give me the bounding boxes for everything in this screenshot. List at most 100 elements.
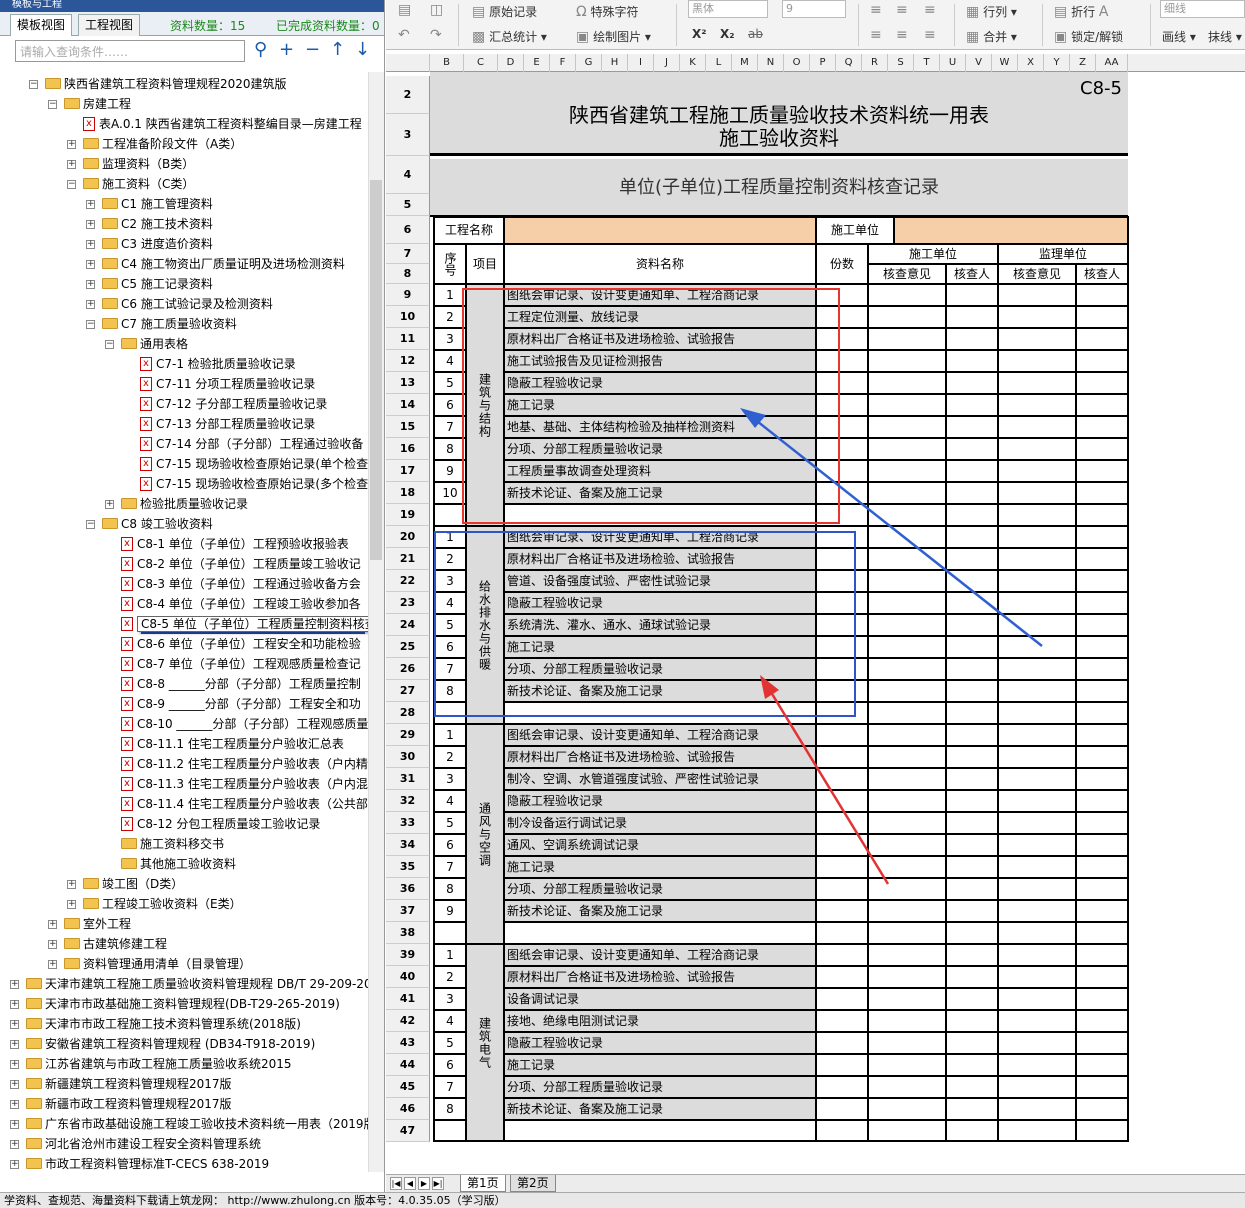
- row-header[interactable]: 44: [386, 1054, 430, 1076]
- tree-item[interactable]: + 新疆市政工程资料管理规程2017版: [10, 1094, 232, 1114]
- column-header[interactable]: K: [680, 54, 706, 72]
- tree-item[interactable]: + C3 进度造价资料: [86, 234, 213, 254]
- row-header[interactable]: 11: [386, 328, 430, 350]
- row-header[interactable]: 27: [386, 680, 430, 702]
- row-header[interactable]: 25: [386, 636, 430, 658]
- tree-item[interactable]: + C2 施工技术资料: [86, 214, 213, 234]
- column-header[interactable]: S: [888, 54, 914, 72]
- tree-item[interactable]: x C8-11.1 住宅工程质量分户验收汇总表: [121, 734, 344, 754]
- tree-item[interactable]: + 天津市市政基础施工资料管理规程(DB-T29-265-2019): [10, 994, 340, 1014]
- tab-template-view[interactable]: 模板视图: [10, 14, 73, 36]
- tree-item[interactable]: x C7-14 分部（子分部）工程通过验收备: [140, 434, 363, 454]
- row-header[interactable]: 43: [386, 1032, 430, 1054]
- collapse-icon[interactable]: −: [67, 180, 76, 189]
- expand-icon[interactable]: +: [86, 300, 95, 309]
- row-header[interactable]: 28: [386, 702, 430, 724]
- tree-item[interactable]: x C7-13 分部工程质量验收记录: [140, 414, 315, 434]
- expand-icon[interactable]: +: [67, 160, 76, 169]
- copy-icon[interactable]: ◫: [430, 2, 443, 18]
- row-header[interactable]: 3: [386, 114, 430, 156]
- sheet-tab-1[interactable]: 第1页: [460, 1175, 506, 1192]
- column-header[interactable]: Z: [1070, 54, 1096, 72]
- tree-item[interactable]: + 天津市市政工程施工技术资料管理系统(2018版): [10, 1014, 301, 1034]
- column-header[interactable]: G: [576, 54, 602, 72]
- row-header[interactable]: 39: [386, 944, 430, 966]
- tree-item[interactable]: + 新疆建筑工程资料管理规程2017版: [10, 1074, 232, 1094]
- row-header[interactable]: 26: [386, 658, 430, 680]
- tree-item[interactable]: x C8-1 单位（子单位）工程预验收报验表: [121, 534, 349, 554]
- collapse-icon[interactable]: −: [105, 340, 114, 349]
- tree-item[interactable]: + C1 施工管理资料: [86, 194, 213, 214]
- wrap-button[interactable]: ▤ 折行 A: [1054, 3, 1108, 20]
- column-header[interactable]: F: [550, 54, 576, 72]
- row-header[interactable]: 45: [386, 1076, 430, 1098]
- row-header[interactable]: 12: [386, 350, 430, 372]
- add-icon[interactable]: +: [279, 40, 294, 60]
- expand-icon[interactable]: +: [67, 140, 76, 149]
- column-header[interactable]: M: [732, 54, 758, 72]
- row-header[interactable]: 6: [386, 216, 430, 244]
- row-header[interactable]: 10: [386, 306, 430, 328]
- tree-item[interactable]: x 表A.0.1 陕西省建筑工程资料整编目录—房建工程: [83, 114, 362, 134]
- row-header[interactable]: 18: [386, 482, 430, 504]
- line-style-select[interactable]: 细线: [1160, 0, 1245, 18]
- column-header[interactable]: E: [524, 54, 550, 72]
- tree-item[interactable]: + C5 施工记录资料: [86, 274, 213, 294]
- tab-project-view[interactable]: 工程视图: [78, 14, 141, 36]
- row-header[interactable]: 9: [386, 284, 430, 306]
- next-sheet-icon[interactable]: ▶: [418, 1177, 430, 1190]
- tree-scrollbar-thumb[interactable]: [370, 180, 382, 560]
- row-header[interactable]: 30: [386, 746, 430, 768]
- tree-item[interactable]: − 施工资料（C类）: [67, 174, 194, 194]
- row-header[interactable]: 41: [386, 988, 430, 1010]
- row-header[interactable]: 15: [386, 416, 430, 438]
- save-icon[interactable]: ▤: [398, 2, 411, 18]
- column-header[interactable]: B: [430, 54, 464, 72]
- expand-icon[interactable]: +: [48, 920, 57, 929]
- tree-item[interactable]: + 江苏省建筑与市政工程施工质量验收系统2015: [10, 1054, 292, 1074]
- tree-item[interactable]: + 工程准备阶段文件（A类）: [67, 134, 242, 154]
- collapse-icon[interactable]: −: [86, 320, 95, 329]
- row-header[interactable]: 42: [386, 1010, 430, 1032]
- expand-icon[interactable]: +: [10, 1020, 19, 1029]
- corner-cell[interactable]: [386, 54, 430, 72]
- row-header[interactable]: 8: [386, 264, 430, 284]
- tree-item[interactable]: x C8-4 单位（子单位）工程竣工验收参加各: [121, 594, 361, 614]
- row-header[interactable]: 23: [386, 592, 430, 614]
- tree-item[interactable]: − 通用表格: [105, 334, 188, 354]
- tree-item[interactable]: x C8-6 单位（子单位）工程安全和功能检验: [121, 634, 361, 654]
- row-header[interactable]: 35: [386, 856, 430, 878]
- tree-item[interactable]: + 检验批质量验收记录: [105, 494, 248, 514]
- tree-item[interactable]: + 广东省市政基础设施工程竣工验收技术资料统一用表（2019版: [10, 1114, 368, 1134]
- row-header[interactable]: 14: [386, 394, 430, 416]
- column-header[interactable]: N: [758, 54, 784, 72]
- tree-item[interactable]: x C8-8 ______分部（子分部）工程质量控制: [121, 674, 361, 694]
- expand-icon[interactable]: +: [86, 220, 95, 229]
- tree-item[interactable]: + 室外工程: [48, 914, 131, 934]
- row-header[interactable]: 24: [386, 614, 430, 636]
- row-header[interactable]: 5: [386, 194, 430, 216]
- column-header[interactable]: Y: [1044, 54, 1070, 72]
- erase-line-button[interactable]: 抹线 ▾: [1208, 28, 1242, 45]
- row-header[interactable]: 22: [386, 570, 430, 592]
- tree-item[interactable]: x C8-5 单位（子单位）工程质量控制资料核查记录: [121, 614, 368, 634]
- column-header[interactable]: U: [940, 54, 966, 72]
- move-down-icon[interactable]: ↓: [355, 40, 370, 60]
- row-header[interactable]: 20: [386, 526, 430, 548]
- expand-icon[interactable]: +: [10, 1040, 19, 1049]
- row-header[interactable]: 33: [386, 812, 430, 834]
- column-header[interactable]: J: [654, 54, 680, 72]
- summary-button[interactable]: ▩ 汇总统计 ▾: [472, 28, 547, 45]
- font-color-icon[interactable]: A: [1099, 4, 1109, 20]
- tree-item[interactable]: x C7-1 检验批质量验收记录: [140, 354, 296, 374]
- row-header[interactable]: 40: [386, 966, 430, 988]
- expand-icon[interactable]: +: [10, 980, 19, 989]
- tree-item[interactable]: + 市政工程资料管理标准T-CECS 638-2019: [10, 1154, 269, 1172]
- column-header[interactable]: W: [992, 54, 1018, 72]
- font-name-select[interactable]: 黑体: [688, 0, 768, 18]
- column-header[interactable]: P: [810, 54, 836, 72]
- strikethrough-icon[interactable]: ab: [748, 27, 763, 41]
- column-header[interactable]: O: [784, 54, 810, 72]
- search-icon[interactable]: ⚲: [254, 40, 267, 60]
- tree-item[interactable]: x C7-15 现场验收检查原始记录(多个检查: [140, 474, 368, 494]
